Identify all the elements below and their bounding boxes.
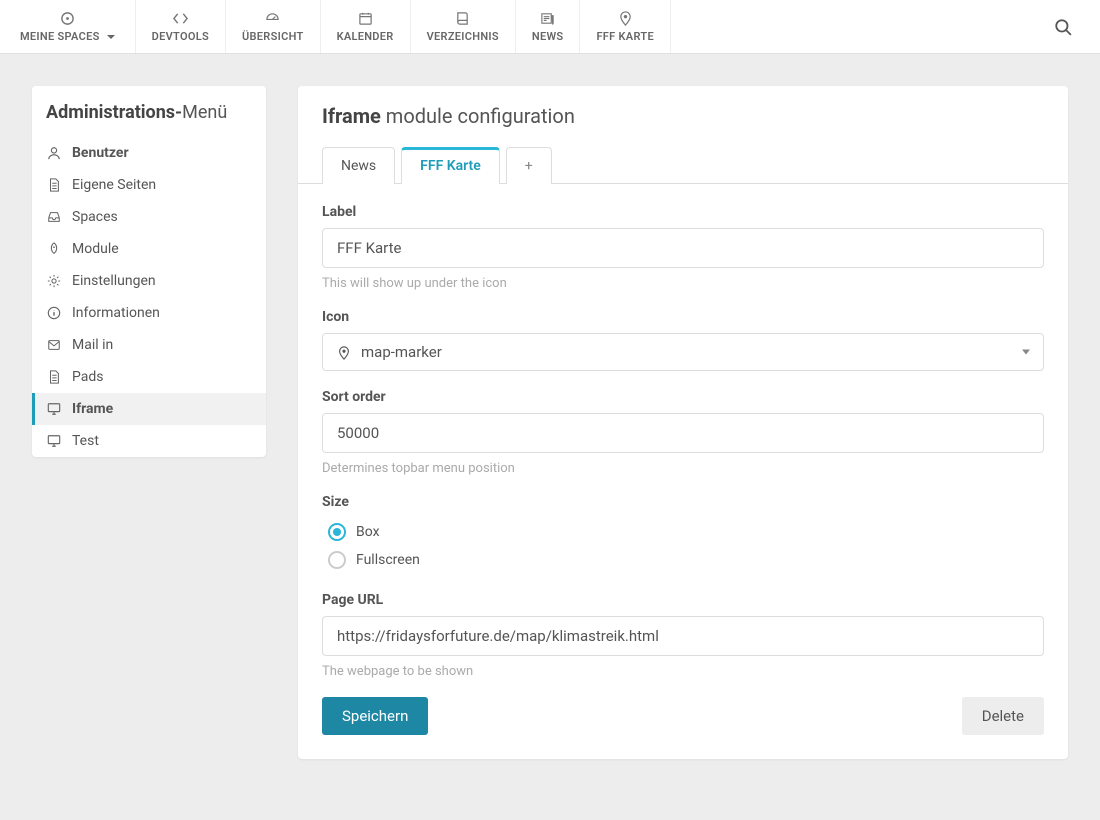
newspaper-icon bbox=[540, 10, 555, 26]
label-input[interactable] bbox=[322, 228, 1044, 268]
chevron-down-icon bbox=[1022, 350, 1030, 355]
tab-news[interactable]: News bbox=[322, 147, 395, 184]
map-marker-icon bbox=[337, 343, 351, 361]
chevron-down-icon bbox=[107, 35, 115, 39]
tabs: NewsFFF Karte+ bbox=[298, 128, 1068, 184]
code-icon bbox=[173, 10, 188, 26]
sidebar-item-label: Benutzer bbox=[72, 145, 129, 161]
topbar-spacer bbox=[671, 0, 1026, 53]
radio-label: Fullscreen bbox=[356, 552, 420, 568]
map-marker-icon bbox=[618, 10, 633, 26]
calendar-icon bbox=[358, 10, 373, 26]
sidebar-item-iframe[interactable]: Iframe bbox=[32, 393, 266, 425]
radio-label: Box bbox=[356, 524, 380, 540]
topbar-label: DEVTOOLS bbox=[152, 30, 209, 43]
save-button[interactable]: Speichern bbox=[322, 697, 428, 735]
topbar-item-devtools[interactable]: DEVTOOLS bbox=[136, 0, 226, 53]
sidebar-item-label: Pads bbox=[72, 369, 104, 385]
sidebar-item-module[interactable]: Module bbox=[32, 233, 266, 265]
sidebar-item-label: Mail in bbox=[72, 337, 113, 353]
sidebar-item-label: Eigene Seiten bbox=[72, 177, 156, 193]
topbar-item-übersicht[interactable]: ÜBERSICHT bbox=[226, 0, 321, 53]
admin-sidebar: Administrations-Menü Benutzer Eigene Seit… bbox=[32, 86, 266, 457]
main-panel: Iframe module configuration NewsFFF Kart… bbox=[298, 86, 1068, 759]
sidebar-item-benutzer[interactable]: Benutzer bbox=[32, 137, 266, 169]
topbar-item-verzeichnis[interactable]: VERZEICHNIS bbox=[411, 0, 516, 53]
search-icon bbox=[1054, 16, 1072, 37]
topbar-item-fff-karte[interactable]: FFF KARTE bbox=[580, 0, 671, 53]
delete-button[interactable]: Delete bbox=[962, 697, 1044, 735]
search-button[interactable] bbox=[1026, 0, 1100, 53]
sidebar-title: Administrations-Menü bbox=[32, 86, 266, 137]
page-title: Iframe module configuration bbox=[322, 104, 1044, 128]
crosshair-icon bbox=[60, 10, 75, 26]
sidebar-item-label: Spaces bbox=[72, 209, 118, 225]
size-option-fullscreen[interactable]: Fullscreen bbox=[322, 546, 1044, 574]
label-field-label: Label bbox=[322, 204, 1044, 220]
info-icon bbox=[46, 306, 62, 321]
sidebar-item-mail-in[interactable]: Mail in bbox=[32, 329, 266, 361]
icon-select[interactable]: map-marker bbox=[322, 333, 1044, 371]
size-option-box[interactable]: Box bbox=[322, 518, 1044, 546]
tab-fff-karte[interactable]: FFF Karte bbox=[401, 147, 500, 184]
page-url-input[interactable] bbox=[322, 616, 1044, 656]
file-icon bbox=[46, 370, 62, 385]
sidebar-item-label: Einstellungen bbox=[72, 273, 156, 289]
inbox-icon bbox=[46, 210, 62, 225]
topbar-item-news[interactable]: NEWS bbox=[516, 0, 581, 53]
dashboard-icon bbox=[265, 10, 280, 26]
book-icon bbox=[455, 10, 470, 26]
sidebar-item-eigene-seiten[interactable]: Eigene Seiten bbox=[32, 169, 266, 201]
topbar: MEINE SPACES DEVTOOLS ÜBERSICHT KALENDER VE… bbox=[0, 0, 1100, 54]
sort-help: Determines topbar menu position bbox=[322, 461, 1044, 476]
desktop-icon bbox=[46, 402, 62, 417]
sidebar-item-label: Iframe bbox=[72, 401, 113, 417]
topbar-label: KALENDER bbox=[337, 30, 394, 43]
desktop-icon bbox=[46, 434, 62, 449]
topbar-label: NEWS bbox=[532, 30, 564, 43]
sidebar-item-spaces[interactable]: Spaces bbox=[32, 201, 266, 233]
topbar-label: MEINE SPACES bbox=[20, 30, 115, 43]
sidebar-item-informationen[interactable]: Informationen bbox=[32, 297, 266, 329]
size-field-label: Size bbox=[322, 494, 1044, 510]
tab-add[interactable]: + bbox=[506, 147, 552, 184]
radio-icon bbox=[328, 551, 346, 569]
icon-select-value: map-marker bbox=[361, 343, 442, 361]
url-help: The webpage to be shown bbox=[322, 664, 1044, 679]
file-icon bbox=[46, 178, 62, 193]
sidebar-item-label: Informationen bbox=[72, 305, 160, 321]
topbar-item-meine-spaces[interactable]: MEINE SPACES bbox=[0, 0, 136, 53]
url-field-label: Page URL bbox=[322, 592, 1044, 608]
user-icon bbox=[46, 146, 62, 161]
radio-icon bbox=[328, 523, 346, 541]
config-form: Label This will show up under the icon I… bbox=[298, 184, 1068, 759]
sidebar-item-label: Test bbox=[72, 433, 99, 449]
sidebar-item-test[interactable]: Test bbox=[32, 425, 266, 457]
topbar-label: FFF KARTE bbox=[596, 30, 654, 43]
rocket-icon bbox=[46, 242, 62, 257]
sidebar-item-label: Module bbox=[72, 241, 119, 257]
envelope-icon bbox=[46, 338, 62, 353]
sort-field-label: Sort order bbox=[322, 389, 1044, 405]
icon-field-label: Icon bbox=[322, 309, 1044, 325]
sidebar-item-pads[interactable]: Pads bbox=[32, 361, 266, 393]
topbar-item-kalender[interactable]: KALENDER bbox=[321, 0, 411, 53]
topbar-label: ÜBERSICHT bbox=[242, 30, 304, 43]
sort-order-input[interactable] bbox=[322, 413, 1044, 453]
label-help: This will show up under the icon bbox=[322, 276, 1044, 291]
cogs-icon bbox=[46, 274, 62, 289]
topbar-label: VERZEICHNIS bbox=[427, 30, 499, 43]
sidebar-item-einstellungen[interactable]: Einstellungen bbox=[32, 265, 266, 297]
